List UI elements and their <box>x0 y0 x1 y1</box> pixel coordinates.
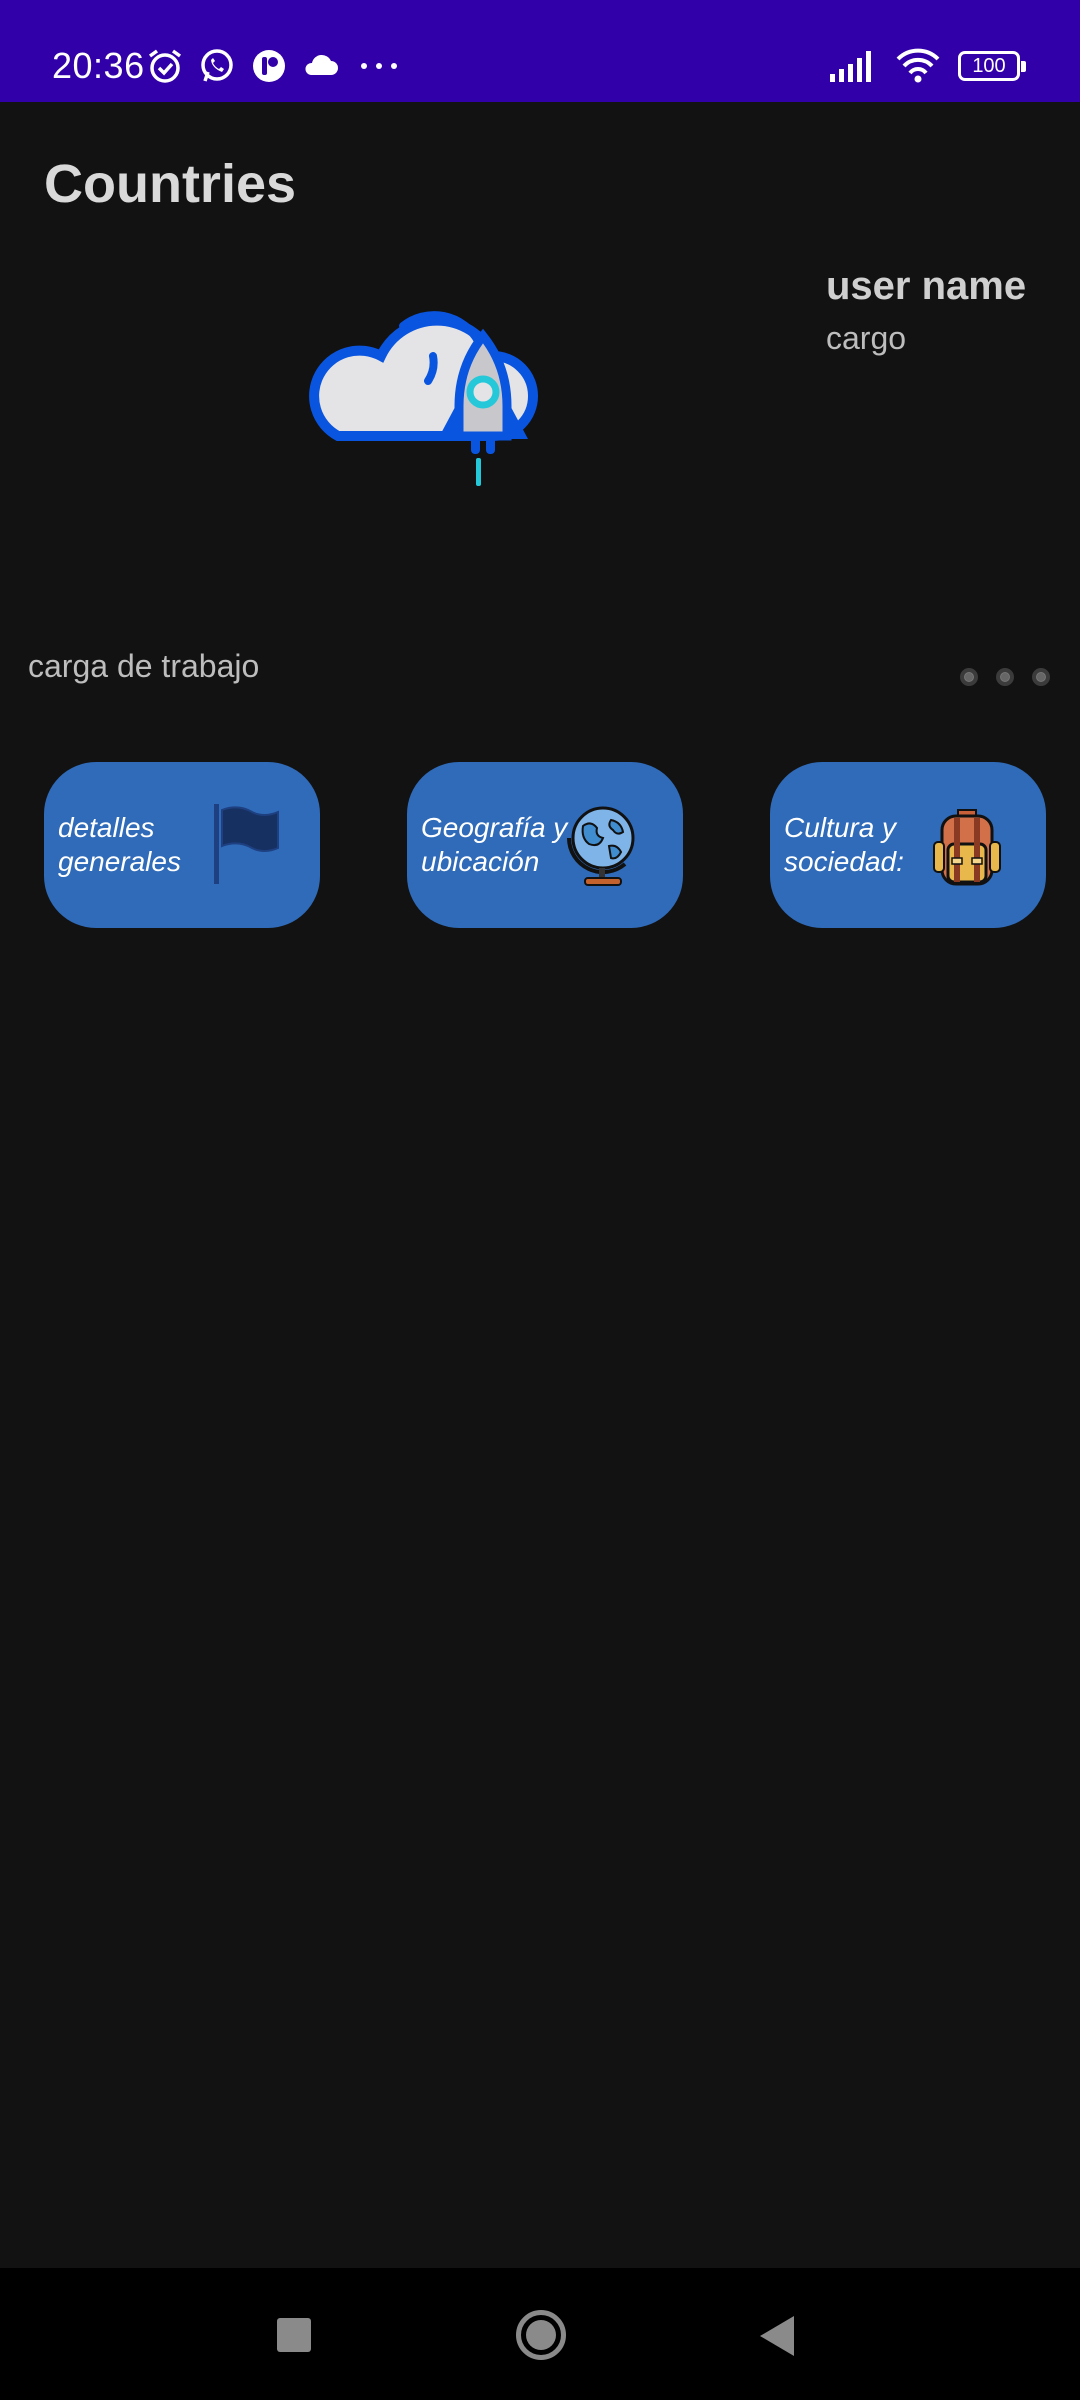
signal-icon <box>828 48 878 84</box>
page-title: Countries <box>44 154 297 214</box>
notification-icons <box>146 44 418 88</box>
culture-society-button[interactable]: Cultura y sociedad: <box>770 762 1046 928</box>
system-icons: 100 <box>812 44 1026 88</box>
dot-icon <box>960 668 978 686</box>
card-label: Cultura y sociedad: <box>784 812 904 877</box>
card-label: detalles generales <box>58 812 181 877</box>
workload-label: carga de trabajo <box>28 648 260 684</box>
globe-icon <box>561 802 647 888</box>
user-role: cargo <box>826 320 907 356</box>
whatsapp-icon <box>198 47 236 85</box>
status-time: 20:36 <box>52 45 145 86</box>
flag-icon <box>198 802 284 888</box>
back-button[interactable] <box>760 2316 794 2356</box>
navigation-bar <box>0 2268 1080 2400</box>
status-bar: 20:36 100 <box>0 0 1080 102</box>
backpack-icon <box>924 802 1010 888</box>
geography-location-button[interactable]: Geografía y ubicación <box>407 762 683 928</box>
cloud-rocket-logo <box>308 286 544 496</box>
cloud-icon <box>302 47 340 85</box>
more-notifications-icon <box>354 47 404 85</box>
card-label: Geografía y ubicación <box>421 812 568 877</box>
wifi-icon <box>894 47 942 85</box>
battery-level: 100 <box>958 51 1026 81</box>
more-options-icon[interactable] <box>960 668 1068 686</box>
home-button[interactable] <box>516 2310 566 2360</box>
app-notification-icon <box>250 47 288 85</box>
dot-icon <box>996 668 1014 686</box>
dot-icon <box>1032 668 1050 686</box>
user-name: user name <box>826 264 1027 308</box>
general-details-button[interactable]: detalles generales <box>44 762 320 928</box>
battery-icon: 100 <box>958 51 1026 81</box>
alarm-icon <box>146 47 184 85</box>
recents-button[interactable] <box>277 2318 311 2352</box>
